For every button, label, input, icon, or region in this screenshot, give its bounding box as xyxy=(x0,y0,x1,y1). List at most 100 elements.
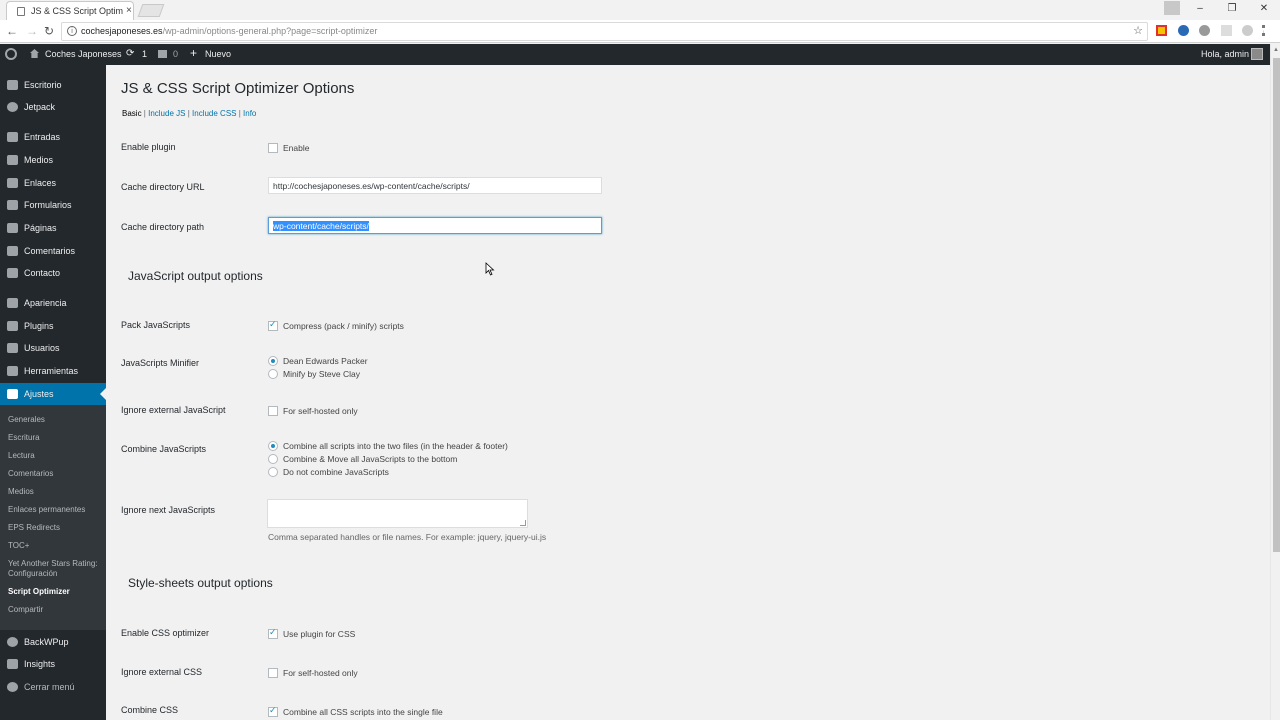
combine-css-checkbox[interactable] xyxy=(268,705,278,717)
cache-url-label: Cache directory URL xyxy=(121,182,205,192)
tab-include-css[interactable]: Include CSS xyxy=(192,109,236,118)
submenu-item-enlaces-permanentes[interactable]: Enlaces permanentes xyxy=(8,505,104,515)
submenu-item-generales[interactable]: Generales xyxy=(8,415,104,425)
url-text: cochesjaponeses.es/wp-admin/options-gene… xyxy=(81,26,377,36)
combine-js-label: Combine JavaScripts xyxy=(121,444,207,454)
updates-icon[interactable]: ⟳ xyxy=(126,48,134,59)
scroll-up-icon[interactable]: ▲ xyxy=(1273,47,1279,53)
enable-css-checkbox[interactable] xyxy=(268,627,278,639)
mouse-cursor-icon xyxy=(485,262,495,276)
comments-icon xyxy=(7,246,18,256)
sidebar-item-jetpack[interactable]: Jetpack xyxy=(0,96,106,118)
ignore-external-js-checkbox[interactable] xyxy=(268,405,278,416)
enable-plugin-checkbox[interactable] xyxy=(268,142,278,153)
minifier-radio-minify[interactable] xyxy=(268,368,278,379)
profile-icon[interactable] xyxy=(1164,1,1180,15)
pack-js-option: Compress (pack / minify) scripts xyxy=(268,319,404,332)
tab-separator: | xyxy=(143,109,146,118)
sidebar-item-paginas[interactable]: Páginas xyxy=(0,217,106,239)
wordpress-logo-icon[interactable] xyxy=(5,48,17,60)
cache-url-input[interactable]: http://cochesjaponeses.es/wp-content/cac… xyxy=(268,177,602,194)
info-icon[interactable]: i xyxy=(67,26,77,36)
minimize-button[interactable]: – xyxy=(1184,0,1216,20)
browser-tab[interactable]: JS & CSS Script Optimize × xyxy=(6,1,134,20)
minifier-option-label: Minify by Steve Clay xyxy=(283,368,360,379)
ignore-external-css-option-label: For self-hosted only xyxy=(283,667,358,678)
site-name-link[interactable]: Coches Japoneses xyxy=(45,49,122,59)
submenu-item-comentarios[interactable]: Comentarios xyxy=(8,469,104,479)
main-content: JS & CSS Script Optimizer Options Basic … xyxy=(106,65,1270,720)
pack-js-label: Pack JavaScripts xyxy=(121,320,191,330)
combine-js-radio-none[interactable] xyxy=(268,466,278,477)
forms-icon xyxy=(7,200,18,210)
tab-close-icon[interactable]: × xyxy=(126,5,132,16)
extension-icon[interactable] xyxy=(1242,25,1253,36)
sidebar-item-herramientas[interactable]: Herramientas xyxy=(0,360,106,382)
sidebar-item-contacto[interactable]: Contacto xyxy=(0,262,106,284)
submenu-item-script-optimizer[interactable]: Script Optimizer xyxy=(8,587,104,597)
scrollbar-thumb[interactable] xyxy=(1273,58,1280,552)
tab-basic[interactable]: Basic xyxy=(122,109,142,118)
new-content-link[interactable]: Nuevo xyxy=(205,49,231,59)
submenu-item-toc[interactable]: TOC+ xyxy=(8,541,104,551)
plus-icon[interactable]: + xyxy=(190,46,197,60)
minifier-radio-packer[interactable] xyxy=(268,355,278,366)
sidebar-item-usuarios[interactable]: Usuarios xyxy=(0,337,106,359)
sidebar-item-backwpup[interactable]: BackWPup xyxy=(0,631,106,653)
settings-submenu: Generales Escritura Lectura Comentarios … xyxy=(0,405,106,630)
extension-icon[interactable] xyxy=(1178,25,1189,36)
ignore-external-css-checkbox[interactable] xyxy=(268,667,278,678)
address-bar[interactable]: i cochesjaponeses.es/wp-admin/options-ge… xyxy=(61,22,1148,41)
submenu-item-yasr[interactable]: Yet Another Stars Rating: Configuración xyxy=(8,559,98,579)
sidebar-item-formularios[interactable]: Formularios xyxy=(0,194,106,216)
cache-path-input[interactable]: wp-content/cache/scripts/ xyxy=(268,217,602,234)
combine-js-radio-bottom[interactable] xyxy=(268,453,278,464)
sidebar-item-medios[interactable]: Medios xyxy=(0,149,106,171)
wordpress-extension-icon[interactable] xyxy=(1199,25,1210,36)
tab-info[interactable]: Info xyxy=(243,109,256,118)
page-icon xyxy=(17,7,25,16)
comments-icon[interactable] xyxy=(158,50,167,58)
ignore-next-js-textarea[interactable] xyxy=(267,499,528,528)
submenu-item-escritura[interactable]: Escritura xyxy=(8,433,104,443)
back-icon[interactable]: ← xyxy=(6,24,18,38)
sidebar-item-plugins[interactable]: Plugins xyxy=(0,315,106,337)
pack-js-checkbox[interactable] xyxy=(268,319,278,331)
page-scrollbar[interactable]: ▲ xyxy=(1270,44,1280,720)
tools-icon xyxy=(7,366,18,376)
combine-js-radio-all[interactable] xyxy=(268,440,278,451)
window-controls: – ❐ ✕ xyxy=(1184,0,1280,20)
sidebar-item-escritorio[interactable]: Escritorio xyxy=(0,74,106,96)
bookmark-star-icon[interactable]: ☆ xyxy=(1133,24,1143,37)
ignore-next-js-description: Comma separated handles or file names. F… xyxy=(268,532,547,542)
reload-icon[interactable]: ↻ xyxy=(44,24,54,38)
sidebar-item-apariencia[interactable]: Apariencia xyxy=(0,292,106,314)
extension-icon[interactable] xyxy=(1156,25,1167,36)
sidebar-item-enlaces[interactable]: Enlaces xyxy=(0,172,106,194)
account-greeting[interactable]: Hola, admin xyxy=(1201,49,1249,59)
sidebar-item-ajustes[interactable]: Ajustes xyxy=(0,383,106,405)
new-tab-button[interactable] xyxy=(137,4,165,17)
submenu-item-medios[interactable]: Medios xyxy=(8,487,104,497)
close-window-button[interactable]: ✕ xyxy=(1248,0,1280,20)
submenu-item-compartir[interactable]: Compartir xyxy=(8,605,104,615)
tab-include-js[interactable]: Include JS xyxy=(148,109,185,118)
combine-js-option-label: Combine & Move all JavaScripts to the bo… xyxy=(283,453,458,464)
maximize-button[interactable]: ❐ xyxy=(1216,0,1248,20)
comments-count[interactable]: 0 xyxy=(173,49,178,59)
pages-icon xyxy=(7,223,18,233)
submenu-item-eps-redirects[interactable]: EPS Redirects xyxy=(8,523,104,533)
forward-icon[interactable]: → xyxy=(26,24,38,38)
updates-count[interactable]: 1 xyxy=(142,49,147,59)
tab-separator: | xyxy=(238,109,241,118)
submenu-item-lectura[interactable]: Lectura xyxy=(8,451,104,461)
sidebar-item-entradas[interactable]: Entradas xyxy=(0,126,106,148)
enable-plugin-option-label: Enable xyxy=(283,142,310,153)
sidebar-item-comentarios[interactable]: Comentarios xyxy=(0,240,106,262)
avatar[interactable] xyxy=(1251,48,1263,60)
menu-icon[interactable] xyxy=(1262,25,1265,36)
extension-icon[interactable] xyxy=(1221,25,1232,36)
collapse-menu-button[interactable]: Cerrar menú xyxy=(0,676,106,698)
combine-js-option-none: Do not combine JavaScripts xyxy=(268,466,389,478)
sidebar-item-insights[interactable]: Insights xyxy=(0,653,106,675)
